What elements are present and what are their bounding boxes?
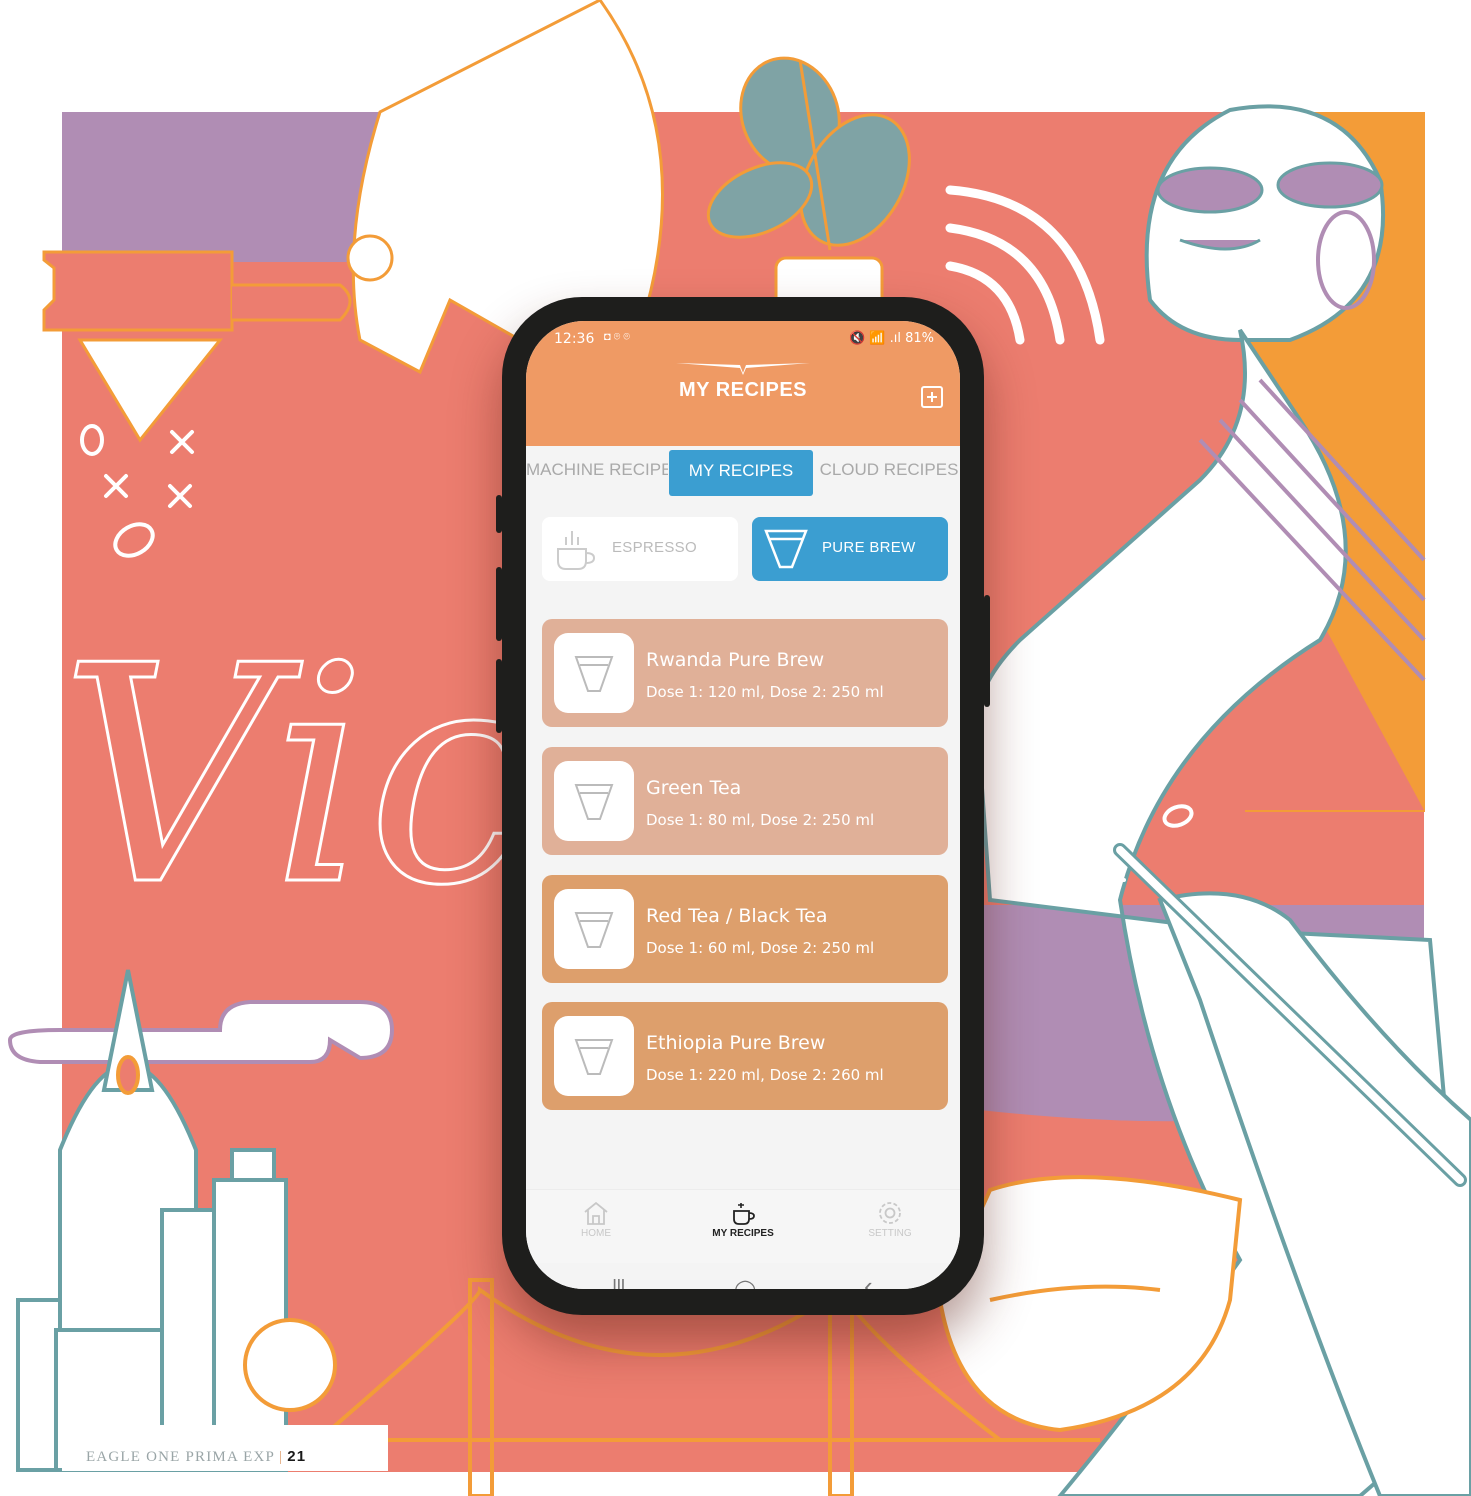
power-button [984, 595, 990, 707]
recipe-name: Ethiopia Pure Brew [646, 1032, 826, 1054]
home-icon [584, 1201, 608, 1225]
status-indicators: ◘ ⌾ ⌾ [604, 331, 630, 343]
recipe-dose: Dose 1: 220 ml, Dose 2: 260 ml [646, 1066, 884, 1084]
brand-logo-icon [676, 363, 810, 375]
recipe-card[interactable]: Rwanda Pure Brew Dose 1: 120 ml, Dose 2:… [542, 619, 948, 727]
filter-icon [764, 529, 808, 569]
app-header: 12:36 ◘ ⌾ ⌾ 🔇 📶 .ıl 81% MY RECIPES [526, 321, 960, 446]
nav-home-label: HOME [581, 1228, 611, 1239]
tree-illustration [243, 1318, 337, 1412]
gear-icon [879, 1202, 901, 1224]
filter-icon [574, 1039, 614, 1075]
home-button[interactable]: ◯ [734, 1277, 756, 1289]
recipe-dose: Dose 1: 60 ml, Dose 2: 250 ml [646, 939, 875, 957]
cup-icon [557, 531, 596, 570]
volume-down-button [496, 567, 502, 641]
nav-home[interactable]: HOME [536, 1200, 656, 1239]
recipe-card[interactable]: Ethiopia Pure Brew Dose 1: 220 ml, Dose … [542, 1002, 948, 1110]
filter-icon [574, 784, 614, 820]
page-title: MY RECIPES [679, 379, 807, 401]
recipe-tabs: MACHINE RECIPE MY RECIPES CLOUD RECIPES [526, 446, 960, 496]
recipe-card[interactable]: Green Tea Dose 1: 80 ml, Dose 2: 250 ml [542, 747, 948, 855]
nav-setting[interactable]: SETTING [830, 1200, 950, 1239]
phone-screen: 12:36 ◘ ⌾ ⌾ 🔇 📶 .ıl 81% MY RECIPES MACHI… [526, 321, 960, 1289]
status-right: 🔇 📶 .ıl 81% [848, 331, 934, 346]
recipe-icon [554, 761, 634, 841]
tab-cloud-recipes[interactable]: CLOUD RECIPES [818, 446, 960, 494]
add-recipe-button[interactable] [921, 386, 943, 408]
recipe-icon [554, 889, 634, 969]
recipe-name: Green Tea [646, 777, 742, 799]
side-button [496, 659, 502, 733]
cup-icon [733, 1203, 755, 1225]
status-time: 12:36 [554, 331, 595, 347]
type-espresso-button[interactable]: ESPRESSO [542, 517, 738, 581]
recipe-name: Red Tea / Black Tea [646, 905, 828, 927]
nav-my-recipes-label: MY RECIPES [712, 1228, 774, 1239]
page-footer: EAGLE ONE PRIMA EXP | 21 [86, 1448, 306, 1466]
footer-publication: EAGLE ONE PRIMA EXP [86, 1449, 276, 1465]
bottom-navigation: HOME MY RECIPES SETTING [526, 1189, 960, 1264]
nav-setting-label: SETTING [868, 1228, 912, 1239]
recipe-card[interactable]: Red Tea / Black Tea Dose 1: 60 ml, Dose … [542, 875, 948, 983]
recipe-icon [554, 1016, 634, 1096]
back-button[interactable]: ‹ [864, 1271, 873, 1289]
tab-machine-recipe[interactable]: MACHINE RECIPE [526, 446, 668, 494]
recipe-dose: Dose 1: 120 ml, Dose 2: 250 ml [646, 683, 884, 701]
volume-up-button [496, 495, 502, 533]
recipe-icon [554, 633, 634, 713]
recipe-dose: Dose 1: 80 ml, Dose 2: 250 ml [646, 811, 875, 829]
system-navigation-bar: ||| ◯ ‹ [526, 1263, 960, 1289]
type-pure-brew-button[interactable]: PURE BREW [752, 517, 948, 581]
recents-button[interactable]: ||| [612, 1277, 626, 1289]
filter-icon [574, 656, 614, 692]
tab-my-recipes[interactable]: MY RECIPES [669, 450, 813, 496]
recipe-name: Rwanda Pure Brew [646, 649, 825, 671]
footer-separator: | [279, 1449, 284, 1465]
smartphone: 12:36 ◘ ⌾ ⌾ 🔇 📶 .ıl 81% MY RECIPES MACHI… [496, 297, 990, 1315]
page-number: 21 [287, 1448, 307, 1465]
type-pure-brew-label: PURE BREW [822, 539, 916, 556]
filter-icon [574, 912, 614, 948]
type-espresso-label: ESPRESSO [612, 539, 697, 556]
nav-my-recipes[interactable]: MY RECIPES [683, 1200, 803, 1239]
